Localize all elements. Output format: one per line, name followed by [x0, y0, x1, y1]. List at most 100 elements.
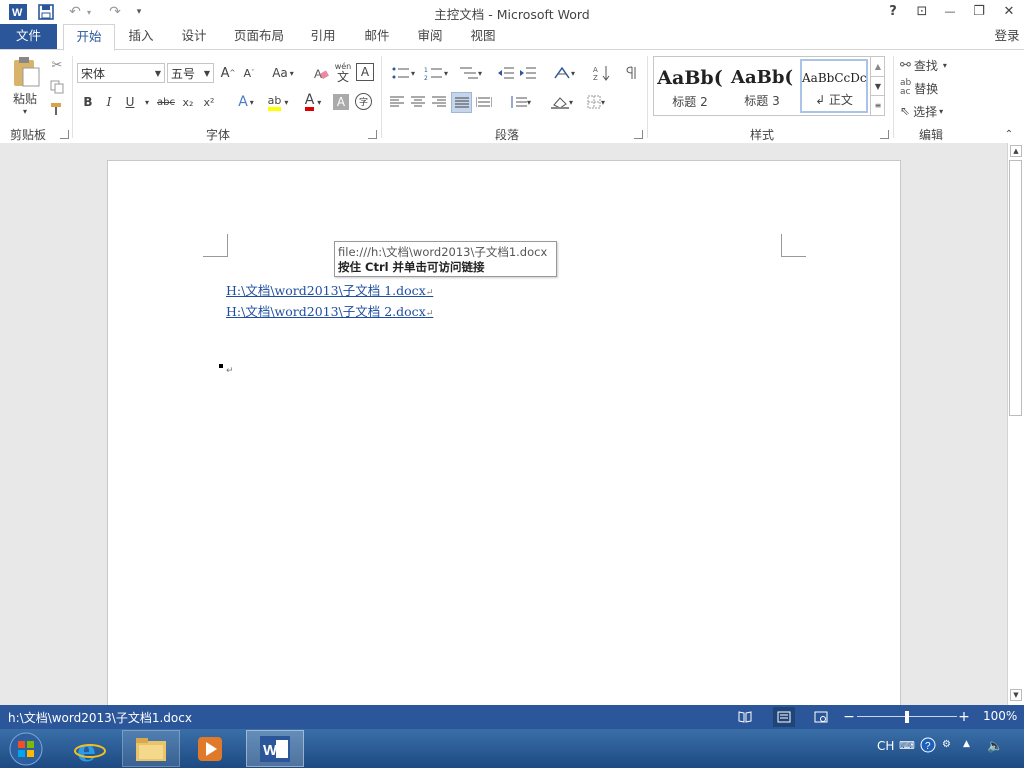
show-hidden-icons[interactable]: ▲: [963, 739, 970, 749]
show-formatting-icon[interactable]: [623, 63, 643, 83]
tab-design[interactable]: 设计: [173, 24, 215, 50]
format-painter-icon[interactable]: [48, 100, 66, 118]
start-button[interactable]: [4, 730, 48, 767]
bold-button[interactable]: B: [80, 92, 96, 112]
scroll-up-icon[interactable]: ▲: [1010, 145, 1022, 157]
numbering-button[interactable]: 1 2 ▾: [421, 63, 451, 83]
help-tray-icon[interactable]: ?: [920, 737, 936, 756]
styles-launcher-icon[interactable]: [880, 130, 889, 139]
scroll-down-icon[interactable]: ▼: [1010, 689, 1022, 701]
shading-button[interactable]: ▾: [547, 92, 577, 112]
distributed-icon[interactable]: [474, 92, 494, 112]
media-player-icon[interactable]: [186, 730, 234, 767]
zoom-out-icon[interactable]: −: [843, 708, 855, 726]
zoom-in-icon[interactable]: +: [957, 708, 971, 726]
collapse-ribbon-icon[interactable]: ⌃: [1002, 128, 1016, 140]
decrease-indent-icon[interactable]: [496, 63, 516, 83]
justify-icon[interactable]: [451, 92, 472, 113]
volume-icon[interactable]: 🔈: [987, 739, 1003, 754]
zoom-slider-thumb[interactable]: [905, 711, 909, 723]
tab-page-layout[interactable]: 页面布局: [228, 24, 290, 50]
read-mode-icon[interactable]: [736, 708, 754, 726]
tab-home[interactable]: 开始: [63, 24, 115, 51]
text-effects-button[interactable]: A ▾: [232, 92, 260, 112]
clipboard-launcher-icon[interactable]: [60, 130, 69, 139]
help-button[interactable]: ?: [881, 2, 905, 22]
highlight-button[interactable]: ab ▾: [263, 92, 293, 112]
editing-group-label: 编辑: [918, 128, 943, 142]
ribbon-display-button[interactable]: ⊡: [910, 2, 934, 22]
cut-icon[interactable]: ✂: [48, 56, 66, 74]
paste-dropdown-icon[interactable]: ▾: [18, 106, 32, 116]
hyperlink-subdocument-2[interactable]: H:\文档\word2013\子文档 2.docx↵: [226, 301, 433, 320]
bullets-button[interactable]: ▾: [388, 63, 418, 83]
style-sample: AaBbCcDc: [802, 71, 866, 85]
paragraph-anchor-marker: [219, 364, 223, 368]
font-size-combo[interactable]: 五号 ▼: [167, 63, 214, 83]
paragraph-launcher-icon[interactable]: [634, 130, 643, 139]
tab-view[interactable]: 视图: [462, 24, 504, 50]
italic-button[interactable]: I: [101, 92, 117, 112]
chevron-down-icon[interactable]: ▼: [204, 64, 210, 84]
copy-icon[interactable]: [48, 78, 66, 96]
style-heading-3[interactable]: AaBb( 标题 3: [728, 59, 796, 113]
superscript-button[interactable]: x²: [200, 92, 218, 112]
font-launcher-icon[interactable]: [368, 130, 377, 139]
subscript-button[interactable]: x₂: [179, 92, 197, 112]
print-layout-icon[interactable]: [773, 707, 795, 727]
asian-layout-button[interactable]: ▾: [549, 63, 579, 83]
grow-font-button[interactable]: A ^: [219, 63, 237, 83]
hyperlink-subdocument-1[interactable]: H:\文档\word2013\子文档 1.docx↵: [226, 280, 433, 299]
shrink-font-button[interactable]: Aˇ: [240, 63, 258, 83]
chevron-down-icon[interactable]: ▼: [155, 64, 161, 84]
tab-references[interactable]: 引用: [302, 24, 344, 50]
tab-insert[interactable]: 插入: [120, 24, 162, 50]
signin-link[interactable]: 登录: [990, 24, 1024, 50]
input-language[interactable]: CH: [877, 739, 894, 753]
scrollbar-thumb[interactable]: [1009, 160, 1022, 416]
keyboard-icon[interactable]: ⌨: [899, 739, 915, 752]
phonetic-guide-button[interactable]: wén 文: [333, 60, 353, 84]
change-case-button[interactable]: Aa ▾: [268, 63, 298, 83]
restore-button[interactable]: ❐: [967, 2, 991, 22]
align-center-icon[interactable]: [408, 92, 428, 112]
style-normal[interactable]: AaBbCcDc ↲ 正文: [800, 59, 868, 113]
internet-explorer-icon[interactable]: e: [66, 730, 114, 767]
sort-icon[interactable]: AZ: [591, 63, 613, 83]
strikethrough-button[interactable]: abc: [155, 92, 177, 112]
enclose-characters-button[interactable]: 字: [355, 93, 372, 110]
align-right-icon[interactable]: [429, 92, 449, 112]
paste-label[interactable]: 粘贴: [8, 90, 42, 106]
tab-review[interactable]: 审阅: [409, 24, 451, 50]
style-heading-2[interactable]: AaBb( 标题 2: [656, 59, 724, 113]
zoom-level[interactable]: 100%: [983, 709, 1017, 723]
gallery-more-icon[interactable]: ≡: [871, 95, 885, 115]
gallery-up-icon[interactable]: ▲: [871, 57, 885, 76]
multilevel-list-button[interactable]: ▾: [455, 63, 485, 83]
align-left-icon[interactable]: [387, 92, 407, 112]
minimize-button[interactable]: —: [938, 2, 962, 22]
tooltip-url: file:///h:\文档\word2013\子文档1.docx: [338, 245, 548, 259]
web-layout-icon[interactable]: [811, 708, 831, 726]
file-explorer-icon[interactable]: [122, 730, 180, 767]
select-button[interactable]: ⇖ 选择 ▾: [900, 101, 970, 121]
replace-button[interactable]: ab ac 替换: [900, 78, 970, 98]
character-shading-button[interactable]: A: [333, 94, 349, 110]
line-spacing-button[interactable]: ▾: [505, 92, 535, 112]
ime-settings-icon[interactable]: ⚙: [942, 739, 951, 750]
find-button[interactable]: ⚯ 查找 ▾: [900, 55, 970, 75]
word-taskbar-icon[interactable]: W: [246, 730, 304, 767]
increase-indent-icon[interactable]: [518, 63, 538, 83]
font-name-combo[interactable]: 宋体 ▼: [77, 63, 165, 83]
underline-button[interactable]: U: [122, 92, 138, 112]
gallery-down-icon[interactable]: ▼: [871, 76, 885, 96]
font-color-button[interactable]: A ▾: [298, 92, 328, 112]
close-button[interactable]: ✕: [997, 2, 1021, 22]
character-border-button[interactable]: A: [356, 63, 374, 81]
tab-file[interactable]: 文件: [0, 24, 57, 50]
clear-format-icon[interactable]: A: [312, 63, 330, 83]
underline-dropdown-icon[interactable]: ▾: [141, 92, 153, 112]
tab-mailings[interactable]: 邮件: [356, 24, 398, 50]
borders-button[interactable]: ▾: [581, 92, 611, 112]
paste-icon[interactable]: [8, 56, 44, 88]
